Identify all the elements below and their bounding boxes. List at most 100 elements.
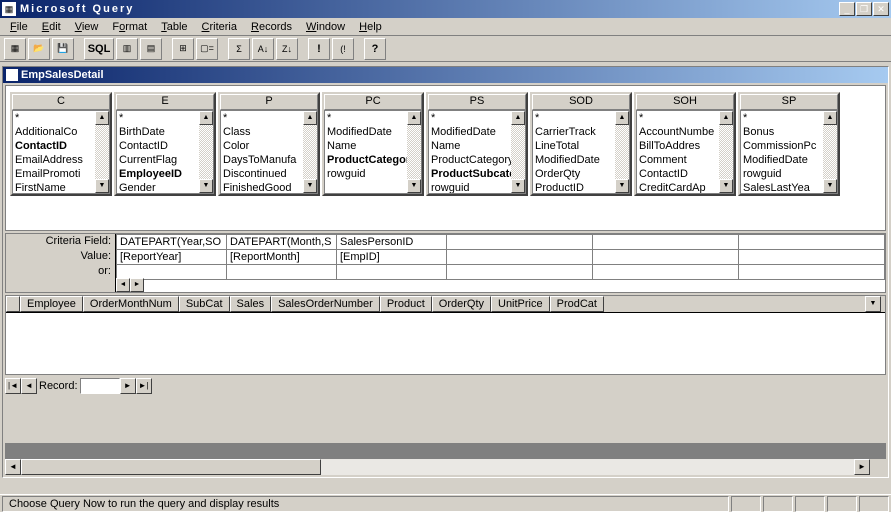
menu-criteria[interactable]: Criteria: [196, 20, 243, 34]
criteria-cell[interactable]: [593, 265, 739, 280]
table-header[interactable]: SOH: [636, 94, 734, 110]
list-scrollbar[interactable]: ▲▼: [615, 111, 629, 193]
column-header[interactable]: SalesOrderNumber: [271, 296, 380, 312]
open-button[interactable]: 📂: [28, 38, 50, 60]
column-header[interactable]: OrderQty: [432, 296, 491, 312]
scroll-up-icon[interactable]: ▲: [407, 111, 421, 125]
criteria-scrollbar[interactable]: ◄ ►: [116, 278, 156, 292]
scroll-down-icon[interactable]: ▼: [823, 179, 837, 193]
table-window-PC[interactable]: PC*ModifiedDateNameProductCategoryrowgui…: [322, 92, 424, 196]
column-header[interactable]: OrderMonthNum: [83, 296, 179, 312]
criteria-cell[interactable]: [227, 265, 337, 280]
scroll-up-icon[interactable]: ▲: [615, 111, 629, 125]
scroll-up-icon[interactable]: ▲: [511, 111, 525, 125]
table-header[interactable]: E: [116, 94, 214, 110]
sort-asc-button[interactable]: A↓: [252, 38, 274, 60]
field-list[interactable]: *ClassColorDaysToManufaDiscontinuedFinis…: [220, 110, 318, 194]
table-window-SP[interactable]: SP*BonusCommissionPcModifiedDaterowguidS…: [738, 92, 840, 196]
column-header[interactable]: SubCat: [179, 296, 230, 312]
table-window-C[interactable]: C*AdditionalCoContactIDEmailAddressEmail…: [10, 92, 112, 196]
column-header[interactable]: Employee: [20, 296, 83, 312]
list-scrollbar[interactable]: ▲▼: [823, 111, 837, 193]
criteria-cell[interactable]: [447, 265, 593, 280]
menu-edit[interactable]: Edit: [36, 20, 67, 34]
field-list[interactable]: *BonusCommissionPcModifiedDaterowguidSal…: [740, 110, 838, 194]
show-tables-button[interactable]: ▥: [116, 38, 138, 60]
criteria-cell[interactable]: [EmpID]: [337, 250, 447, 265]
query-now-button[interactable]: !: [308, 38, 330, 60]
list-scrollbar[interactable]: ▲▼: [511, 111, 525, 193]
list-scrollbar[interactable]: ▲▼: [407, 111, 421, 193]
menu-window[interactable]: Window: [300, 20, 351, 34]
cycle-totals-button[interactable]: Σ: [228, 38, 250, 60]
field-list[interactable]: *AdditionalCoContactIDEmailAddressEmailP…: [12, 110, 110, 194]
restore-button[interactable]: ❐: [856, 2, 872, 16]
scroll-down-icon[interactable]: ▼: [615, 179, 629, 193]
criteria-cell[interactable]: [ReportMonth]: [227, 250, 337, 265]
table-window-SOD[interactable]: SOD*CarrierTrackLineTotalModifiedDateOrd…: [530, 92, 632, 196]
list-scrollbar[interactable]: ▲▼: [719, 111, 733, 193]
mdi-hscrollbar[interactable]: ◄ ►: [5, 459, 886, 475]
add-table-button[interactable]: ⊞: [172, 38, 194, 60]
field-list[interactable]: *BirthDateContactIDCurrentFlagEmployeeID…: [116, 110, 214, 194]
scroll-down-icon[interactable]: ▼: [719, 179, 733, 193]
criteria-cell[interactable]: [593, 250, 739, 265]
table-header[interactable]: P: [220, 94, 318, 110]
scroll-down-icon[interactable]: ▼: [303, 179, 317, 193]
scroll-left-icon[interactable]: ◄: [116, 278, 130, 292]
field-list[interactable]: *ModifiedDateNameProductCategoryrowguid▲…: [324, 110, 422, 194]
save-button[interactable]: 💾: [52, 38, 74, 60]
column-header[interactable]: ProdCat: [550, 296, 604, 312]
nav-prev-button[interactable]: ◄: [21, 378, 37, 394]
tables-pane[interactable]: C*AdditionalCoContactIDEmailAddressEmail…: [5, 85, 886, 231]
scroll-right-icon[interactable]: ►: [130, 278, 144, 292]
table-header[interactable]: PS: [428, 94, 526, 110]
menu-format[interactable]: Format: [106, 20, 153, 34]
table-header[interactable]: SP: [740, 94, 838, 110]
table-header[interactable]: C: [12, 94, 110, 110]
field-list[interactable]: *CarrierTrackLineTotalModifiedDateOrderQ…: [532, 110, 630, 194]
table-header[interactable]: SOD: [532, 94, 630, 110]
scroll-left-icon[interactable]: ◄: [5, 459, 21, 475]
menu-records[interactable]: Records: [245, 20, 298, 34]
show-criteria-button[interactable]: ▤: [140, 38, 162, 60]
column-header[interactable]: Product: [380, 296, 432, 312]
new-query-button[interactable]: ▦: [4, 38, 26, 60]
sql-button[interactable]: SQL: [84, 38, 114, 60]
scroll-up-icon[interactable]: ▲: [719, 111, 733, 125]
criteria-cell[interactable]: [739, 235, 885, 250]
criteria-cell[interactable]: [447, 250, 593, 265]
column-header[interactable]: Sales: [230, 296, 272, 312]
nav-last-button[interactable]: ►|: [136, 378, 152, 394]
criteria-cell[interactable]: [ReportYear]: [117, 250, 227, 265]
close-button[interactable]: ✕: [873, 2, 889, 16]
criteria-equals-button[interactable]: ▢=: [196, 38, 218, 60]
criteria-cell[interactable]: [739, 265, 885, 280]
scroll-down-icon[interactable]: ▼: [95, 179, 109, 193]
scroll-down-icon[interactable]: ▼: [511, 179, 525, 193]
nav-record-input[interactable]: [80, 378, 120, 394]
table-header[interactable]: PC: [324, 94, 422, 110]
criteria-cell[interactable]: DATEPART(Month,S: [227, 235, 337, 250]
help-button[interactable]: ?: [364, 38, 386, 60]
field-list[interactable]: *ModifiedDateNameProductCategoryProductS…: [428, 110, 526, 194]
table-window-PS[interactable]: PS*ModifiedDateNameProductCategoryProduc…: [426, 92, 528, 196]
column-header[interactable]: UnitPrice: [491, 296, 550, 312]
menu-table[interactable]: Table: [155, 20, 193, 34]
criteria-cell[interactable]: [337, 265, 447, 280]
criteria-cell[interactable]: DATEPART(Year,SO: [117, 235, 227, 250]
nav-first-button[interactable]: |◄: [5, 378, 21, 394]
field-dropdown-button[interactable]: ▼: [865, 296, 881, 312]
list-scrollbar[interactable]: ▲▼: [95, 111, 109, 193]
scroll-down-icon[interactable]: ▼: [407, 179, 421, 193]
minimize-button[interactable]: _: [839, 2, 855, 16]
list-scrollbar[interactable]: ▲▼: [303, 111, 317, 193]
nav-next-button[interactable]: ►: [120, 378, 136, 394]
scroll-up-icon[interactable]: ▲: [823, 111, 837, 125]
scroll-thumb[interactable]: [21, 459, 321, 475]
scroll-up-icon[interactable]: ▲: [95, 111, 109, 125]
field-list[interactable]: *AccountNumbeBillToAddresCommentContactI…: [636, 110, 734, 194]
menu-file[interactable]: File: [4, 20, 34, 34]
menu-help[interactable]: Help: [353, 20, 388, 34]
table-window-SOH[interactable]: SOH*AccountNumbeBillToAddresCommentConta…: [634, 92, 736, 196]
